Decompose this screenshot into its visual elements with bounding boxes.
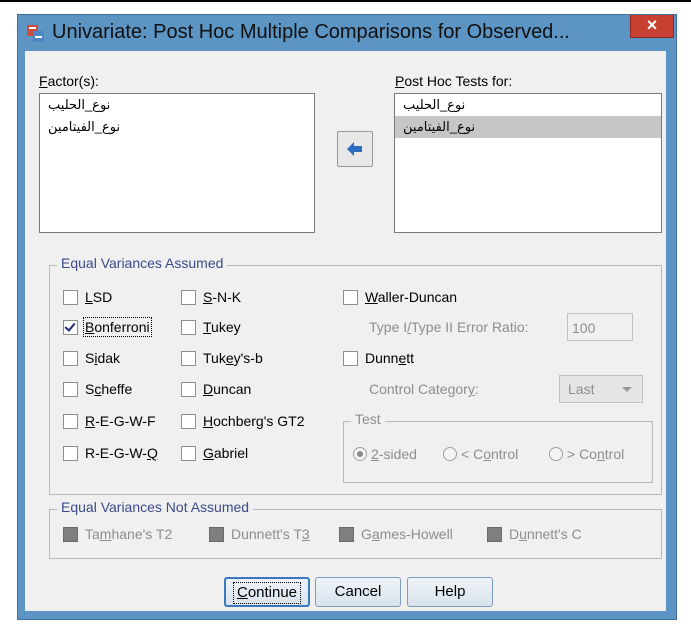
dunnett-c-checkbox[interactable]: Dunnett's C <box>487 524 582 544</box>
hochberg-checkbox[interactable]: Hochberg's GT2 <box>181 411 305 431</box>
control-category-select[interactable]: Last <box>559 375 643 403</box>
factors-label: Factor(s): <box>39 73 99 89</box>
dunnett-t3-checkbox[interactable]: Dunnett's T3 <box>209 524 310 544</box>
window-title: Univariate: Post Hoc Multiple Comparison… <box>52 21 570 43</box>
control-category-label: Control Category: <box>369 381 479 397</box>
cancel-button[interactable]: Cancel <box>315 577 401 607</box>
radio-dot[interactable] <box>549 447 563 461</box>
spss-app-icon <box>27 25 44 42</box>
scheffe-checkbox[interactable]: Scheffe <box>63 379 132 399</box>
posthoc-listbox[interactable]: نوع_الحليب نوع_الفيتامين <box>394 93 662 233</box>
checkbox-box-disabled[interactable] <box>63 526 78 542</box>
radio-dot[interactable] <box>443 447 457 461</box>
dialog-window: Univariate: Post Hoc Multiple Comparison… <box>17 14 677 620</box>
regwf-checkbox[interactable]: R-E-G-W-F <box>63 411 156 431</box>
checkbox-box-disabled[interactable] <box>487 526 502 542</box>
two-sided-radio[interactable]: 2-sided <box>353 444 417 464</box>
checkbox-box[interactable] <box>181 289 196 305</box>
close-button[interactable]: × <box>630 15 674 38</box>
greater-than-control-radio[interactable]: > Control <box>549 444 624 464</box>
posthoc-label: Post Hoc Tests for: <box>395 73 513 89</box>
list-item[interactable]: نوع_الفيتامين <box>40 116 314 138</box>
regwq-checkbox[interactable]: R-E-G-W-Q <box>63 443 158 463</box>
checkbox-box-disabled[interactable] <box>339 526 354 542</box>
continue-button[interactable]: Continue <box>224 577 310 607</box>
list-item-selected[interactable]: نوع_الفيتامين <box>395 116 661 138</box>
tukey-checkbox[interactable]: Tukey <box>181 317 241 337</box>
equal-variances-not-assumed-title: Equal Variances Not Assumed <box>57 499 254 515</box>
title-bar[interactable]: Univariate: Post Hoc Multiple Comparison… <box>18 15 676 51</box>
checkbox-box[interactable] <box>63 289 78 305</box>
top-border-line <box>0 0 691 2</box>
checkbox-box[interactable] <box>181 445 196 461</box>
chevron-down-icon <box>622 387 632 392</box>
sidak-checkbox[interactable]: Sidak <box>63 348 120 368</box>
move-right-button[interactable] <box>337 131 373 167</box>
test-group-title: Test <box>351 411 385 427</box>
checkbox-box[interactable] <box>181 381 196 397</box>
lsd-checkbox[interactable]: LSD <box>63 287 112 307</box>
equal-variances-assumed-title: Equal Variances Assumed <box>57 255 228 271</box>
waller-duncan-checkbox[interactable]: Waller-Duncan <box>343 287 457 307</box>
checkbox-box-disabled[interactable] <box>209 526 224 542</box>
dialog-body: Factor(s): نوع_الحليب نوع_الفيتامين Post… <box>25 51 666 611</box>
dunnett-checkbox[interactable]: Dunnett <box>343 348 414 368</box>
error-ratio-label: Type I/Type II Error Ratio: <box>369 319 529 335</box>
checkbox-box[interactable] <box>343 350 358 366</box>
control-category-value: Last <box>568 381 595 397</box>
checkbox-box[interactable] <box>63 413 78 429</box>
games-howell-checkbox[interactable]: Games-Howell <box>339 524 453 544</box>
arrow-right-icon <box>347 142 362 156</box>
less-than-control-radio[interactable]: < Control <box>443 444 518 464</box>
list-item[interactable]: نوع_الحليب <box>395 94 661 116</box>
checkbox-box-checked[interactable] <box>63 319 78 335</box>
checkbox-box[interactable] <box>63 381 78 397</box>
checkbox-box[interactable] <box>181 413 196 429</box>
radio-dot-selected[interactable] <box>353 447 367 461</box>
checkbox-box[interactable] <box>63 350 78 366</box>
checkbox-box[interactable] <box>181 350 196 366</box>
checkbox-box[interactable] <box>181 319 196 335</box>
checkbox-box[interactable] <box>63 445 78 461</box>
tukeyb-checkbox[interactable]: Tukey's-b <box>181 348 263 368</box>
help-button[interactable]: Help <box>407 577 493 607</box>
tamhane-checkbox[interactable]: Tamhane's T2 <box>63 524 172 544</box>
gabriel-checkbox[interactable]: Gabriel <box>181 443 248 463</box>
factors-listbox[interactable]: نوع_الحليب نوع_الفيتامين <box>39 93 315 233</box>
checkbox-box[interactable] <box>343 289 358 305</box>
duncan-checkbox[interactable]: Duncan <box>181 379 251 399</box>
snk-checkbox[interactable]: S-N-K <box>181 287 241 307</box>
error-ratio-input[interactable]: 100 <box>567 313 633 341</box>
list-item[interactable]: نوع_الحليب <box>40 94 314 116</box>
bonferroni-checkbox[interactable]: Bonferroni <box>63 317 152 337</box>
